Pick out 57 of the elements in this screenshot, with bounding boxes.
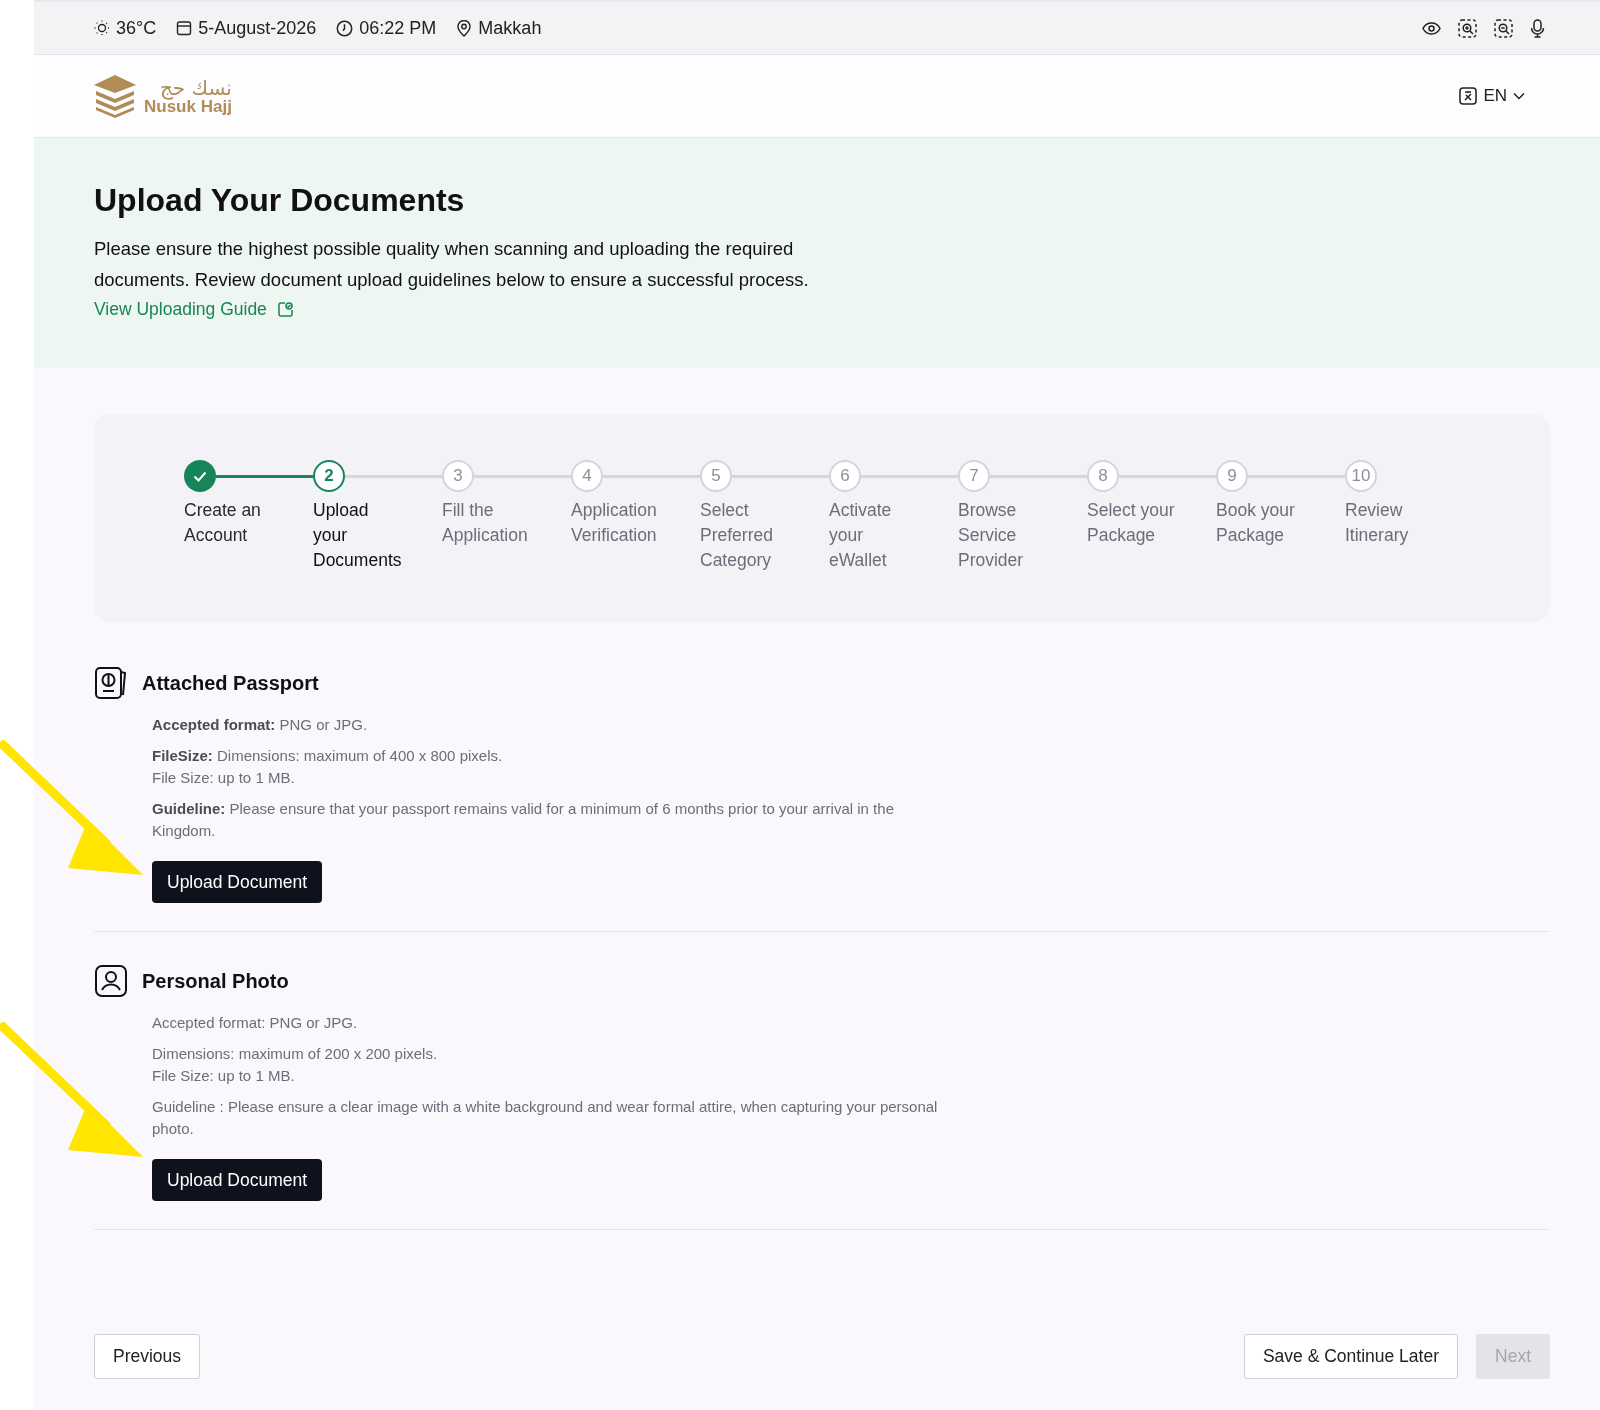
- zoom-in-icon[interactable]: [1458, 18, 1477, 38]
- eye-icon[interactable]: [1422, 21, 1441, 35]
- requirement-text: FileSize: Dimensions: maximum of 400 x 800 pixels.: [152, 746, 504, 766]
- upload-document-button[interactable]: Upload Document: [152, 1159, 323, 1201]
- logo-arabic-text: نسك حج: [158, 77, 232, 98]
- step-number-circle: 2: [313, 460, 345, 492]
- save-continue-later-button[interactable]: Save & Continue Later: [1243, 1334, 1458, 1379]
- person-photo-icon: [94, 964, 128, 998]
- requirement-text: Dimensions: maximum of 200 x 200 pixels.: [152, 1044, 439, 1064]
- passport-icon: [94, 666, 128, 700]
- uploading-guide-link[interactable]: View Uploading Guide: [94, 299, 294, 320]
- previous-button[interactable]: Previous: [94, 1334, 201, 1379]
- step-label: Select Preferred Category: [700, 499, 774, 572]
- step-number-circle: 8: [1087, 460, 1119, 492]
- location-text: Makkah: [478, 17, 542, 39]
- step-number-circle: 5: [700, 460, 732, 492]
- location-pin-icon: [456, 19, 473, 37]
- step-label: Application Verification: [571, 499, 658, 547]
- step-label: Activate your eWallet: [829, 499, 893, 572]
- step-label: Fill the Application: [442, 499, 529, 547]
- calendar-icon: [176, 20, 193, 36]
- logo-icon: [92, 73, 138, 119]
- step-number-circle: 3: [442, 460, 474, 492]
- sun-icon: [94, 20, 110, 36]
- step-label: Select your Package: [1087, 499, 1176, 547]
- step-label: Book your Package: [1216, 499, 1296, 547]
- requirement-text: File Size: up to 1 MB.: [152, 1066, 296, 1086]
- external-link-icon: [276, 301, 294, 318]
- check-icon: [193, 470, 207, 482]
- zoom-out-icon[interactable]: [1494, 18, 1513, 38]
- section-title: Personal Photo: [142, 969, 289, 993]
- temperature-text: 36°C: [116, 17, 157, 39]
- date-text: 5-August-2026: [198, 17, 317, 39]
- step-label: Review Itinerary: [1345, 499, 1410, 547]
- chevron-down-icon: [1513, 92, 1525, 100]
- step-number-circle: 9: [1216, 460, 1248, 492]
- time-text: 06:22 PM: [359, 17, 437, 39]
- requirement-text: Accepted format: PNG or JPG.: [152, 715, 369, 735]
- requirement-text: Accepted format: PNG or JPG.: [152, 1013, 359, 1033]
- step-label: Upload your Documents: [313, 499, 403, 572]
- upload-document-button[interactable]: Upload Document: [152, 861, 323, 903]
- step-label: Browse Service Provider: [958, 499, 1025, 572]
- section-title: Attached Passport: [142, 671, 319, 695]
- language-selector[interactable]: EN: [1459, 86, 1525, 106]
- page-title: Upload Your Documents: [94, 182, 466, 219]
- requirement-text: Guideline : Please ensure a clear image with a white background and wear formal attire, when capturing your personal photo.: [152, 1097, 939, 1139]
- step-number-circle: 6: [829, 460, 861, 492]
- requirement-text: File Size: up to 1 MB.: [152, 768, 296, 788]
- microphone-icon[interactable]: [1530, 18, 1545, 38]
- translate-icon: [1459, 87, 1478, 105]
- step-number-circle: 10: [1345, 460, 1377, 492]
- requirement-text: Guideline: Please ensure that your passport remains valid for a minimum of 6 months prior to your arrival in the Kingdom.: [152, 799, 895, 841]
- step-number-circle: 4: [571, 460, 603, 492]
- page-description: Please ensure the highest possible quality when scanning and uploading the required documents. Review document upload guidelines below to ensure a successful process.: [94, 237, 810, 292]
- clock-icon: [336, 19, 354, 37]
- step-number-circle: 7: [958, 460, 990, 492]
- step-label: Create an Account: [184, 499, 262, 547]
